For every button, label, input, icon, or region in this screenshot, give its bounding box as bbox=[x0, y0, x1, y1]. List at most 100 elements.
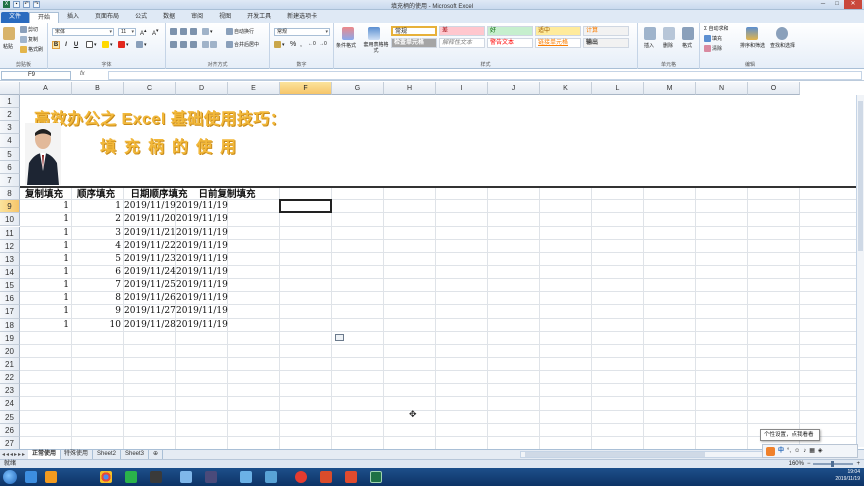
ime-mode-label[interactable]: 中 bbox=[778, 445, 784, 457]
paste-icon[interactable] bbox=[3, 27, 15, 40]
table-cell[interactable]: 2019/11/19 bbox=[176, 200, 228, 213]
delete-cells-button[interactable]: 删除 bbox=[663, 42, 673, 49]
table-cell[interactable]: 2019/11/22 bbox=[124, 240, 176, 253]
table-cell[interactable]: 2019/11/19 bbox=[176, 266, 228, 279]
row-header-1[interactable]: 1 bbox=[0, 95, 20, 109]
table-cell[interactable]: 2019/11/19 bbox=[176, 279, 228, 292]
row-header-6[interactable]: 6 bbox=[0, 160, 20, 174]
row-header-21[interactable]: 21 bbox=[0, 358, 20, 372]
vertical-scrollbar[interactable] bbox=[856, 95, 864, 447]
ime-skin-icon[interactable]: ◈ bbox=[818, 445, 823, 457]
align-center-icon[interactable] bbox=[180, 41, 188, 48]
app-icon-11[interactable] bbox=[320, 471, 332, 483]
row-header-25[interactable]: 25 bbox=[0, 410, 20, 424]
align-left-icon[interactable] bbox=[170, 41, 178, 48]
table-cell[interactable]: 10 bbox=[72, 319, 121, 332]
style-warning[interactable]: 警告文本 bbox=[487, 38, 533, 48]
zoom-slider[interactable] bbox=[813, 461, 854, 467]
find-select-icon[interactable] bbox=[776, 27, 788, 40]
row-header-13[interactable]: 13 bbox=[0, 252, 20, 266]
column-header-f[interactable]: F bbox=[280, 82, 332, 95]
comma-button[interactable]: , bbox=[300, 41, 302, 48]
ime-toolbar[interactable]: 中 °, ☺ ♪ ▦ ◈ bbox=[762, 444, 858, 458]
zoom-in-icon[interactable]: + bbox=[856, 460, 860, 468]
wrap-text-button[interactable]: 自动换行 bbox=[226, 28, 254, 36]
table-cell[interactable]: 2019/11/19 bbox=[176, 227, 228, 240]
qq-icon[interactable] bbox=[150, 471, 162, 483]
row-header-11[interactable]: 11 bbox=[0, 226, 20, 240]
table-cell[interactable]: 2 bbox=[72, 213, 121, 226]
close-button[interactable]: ✕ bbox=[844, 0, 862, 9]
table-cell[interactable]: 4 bbox=[72, 240, 121, 253]
zoom-out-icon[interactable]: − bbox=[807, 460, 811, 468]
table-cell[interactable]: 2019/11/24 bbox=[124, 266, 176, 279]
row-header-9[interactable]: 9 bbox=[0, 200, 20, 214]
format-painter-button[interactable]: 格式刷 bbox=[20, 46, 43, 54]
table-cell[interactable]: 2019/11/25 bbox=[124, 279, 176, 292]
system-clock[interactable]: 19:04 2019/11/19 bbox=[835, 469, 860, 483]
sort-filter-button[interactable]: 排序和筛选 bbox=[740, 42, 765, 49]
tab-home[interactable]: 开始 bbox=[29, 12, 60, 23]
column-header-n[interactable]: N bbox=[696, 82, 748, 95]
sort-filter-icon[interactable] bbox=[746, 27, 758, 40]
style-calculation[interactable]: 计算 bbox=[583, 26, 629, 36]
number-format-select[interactable]: 常规 bbox=[274, 28, 330, 36]
currency-icon[interactable]: ▾ bbox=[274, 41, 285, 48]
column-header-b[interactable]: B bbox=[72, 82, 124, 95]
tab-formulas[interactable]: 公式 bbox=[127, 12, 155, 23]
ime-keyboard-icon[interactable]: ▦ bbox=[809, 445, 815, 457]
delete-cells-icon[interactable] bbox=[663, 27, 675, 40]
tab-new[interactable]: 新建选项卡 bbox=[279, 12, 325, 23]
style-output[interactable]: 输出 bbox=[583, 38, 629, 48]
table-cell[interactable]: 9 bbox=[72, 305, 121, 318]
table-cell[interactable]: 1 bbox=[20, 227, 69, 240]
table-cell[interactable]: 3 bbox=[72, 227, 121, 240]
column-header-a[interactable]: A bbox=[20, 82, 72, 95]
insert-cells-button[interactable]: 插入 bbox=[644, 42, 654, 49]
row-header-7[interactable]: 7 bbox=[0, 173, 20, 188]
fill-button[interactable]: 填充 bbox=[704, 35, 722, 43]
tab-developer[interactable]: 开发工具 bbox=[239, 12, 279, 23]
start-button-icon[interactable] bbox=[3, 470, 17, 484]
chrome-icon[interactable] bbox=[100, 471, 112, 483]
app-icon-9[interactable] bbox=[265, 471, 277, 483]
media-player-icon[interactable] bbox=[45, 471, 57, 483]
row-header-16[interactable]: 16 bbox=[0, 292, 20, 306]
insert-cells-icon[interactable] bbox=[644, 27, 656, 40]
font-name-select[interactable]: 宋体 bbox=[52, 28, 114, 36]
column-header-d[interactable]: D bbox=[176, 82, 228, 95]
photos-icon[interactable] bbox=[240, 471, 252, 483]
row-header-22[interactable]: 22 bbox=[0, 371, 20, 385]
format-table-button[interactable]: 套用表格格式 bbox=[362, 42, 390, 54]
table-cell[interactable]: 1 bbox=[20, 279, 69, 292]
table-cell[interactable]: 5 bbox=[72, 253, 121, 266]
banner-image[interactable]: 高效办公之 Excel 基础使用技巧： 填充柄的使用 bbox=[20, 95, 864, 188]
zoom-control[interactable]: 160% − + bbox=[789, 460, 860, 468]
worksheet-grid[interactable]: A B C D E F G H I J K L M N O 1 2 3 4 5 6 7 8 9 10 11 12 13 14 15 16 17… bbox=[0, 82, 864, 449]
sheet-tab-sheet2[interactable]: Sheet2 bbox=[93, 450, 122, 459]
autosum-button[interactable]: Σ 自动求和 bbox=[704, 25, 729, 32]
italic-button[interactable]: I bbox=[62, 41, 70, 49]
table-cell[interactable]: 1 bbox=[20, 292, 69, 305]
decrease-decimal-icon[interactable]: →0 bbox=[319, 41, 327, 47]
style-bad[interactable]: 差 bbox=[439, 26, 485, 36]
table-cell[interactable]: 6 bbox=[72, 266, 121, 279]
row-header-15[interactable]: 15 bbox=[0, 279, 20, 293]
table-cell[interactable]: 7 bbox=[72, 279, 121, 292]
table-cell[interactable]: 2019/11/21 bbox=[124, 227, 176, 240]
sheet-tab-normal[interactable]: 正常使用 bbox=[28, 450, 62, 459]
name-box[interactable]: F9 bbox=[1, 71, 71, 80]
app-icon-7[interactable] bbox=[205, 471, 217, 483]
row-header-23[interactable]: 23 bbox=[0, 384, 20, 398]
row-header-19[interactable]: 19 bbox=[0, 331, 20, 345]
column-header-h[interactable]: H bbox=[384, 82, 436, 95]
format-cells-icon[interactable] bbox=[682, 27, 694, 40]
style-neutral[interactable]: 适中 bbox=[535, 26, 581, 36]
table-cell[interactable]: 1 bbox=[72, 200, 121, 213]
find-select-button[interactable]: 查找和选择 bbox=[770, 42, 795, 49]
column-header-k[interactable]: K bbox=[540, 82, 592, 95]
increase-decimal-icon[interactable]: ←0 bbox=[308, 41, 316, 47]
ime-emoji-icon[interactable]: ☺ bbox=[794, 445, 800, 457]
format-table-icon[interactable] bbox=[368, 27, 380, 40]
ime-punct-icon[interactable]: °, bbox=[787, 445, 791, 457]
